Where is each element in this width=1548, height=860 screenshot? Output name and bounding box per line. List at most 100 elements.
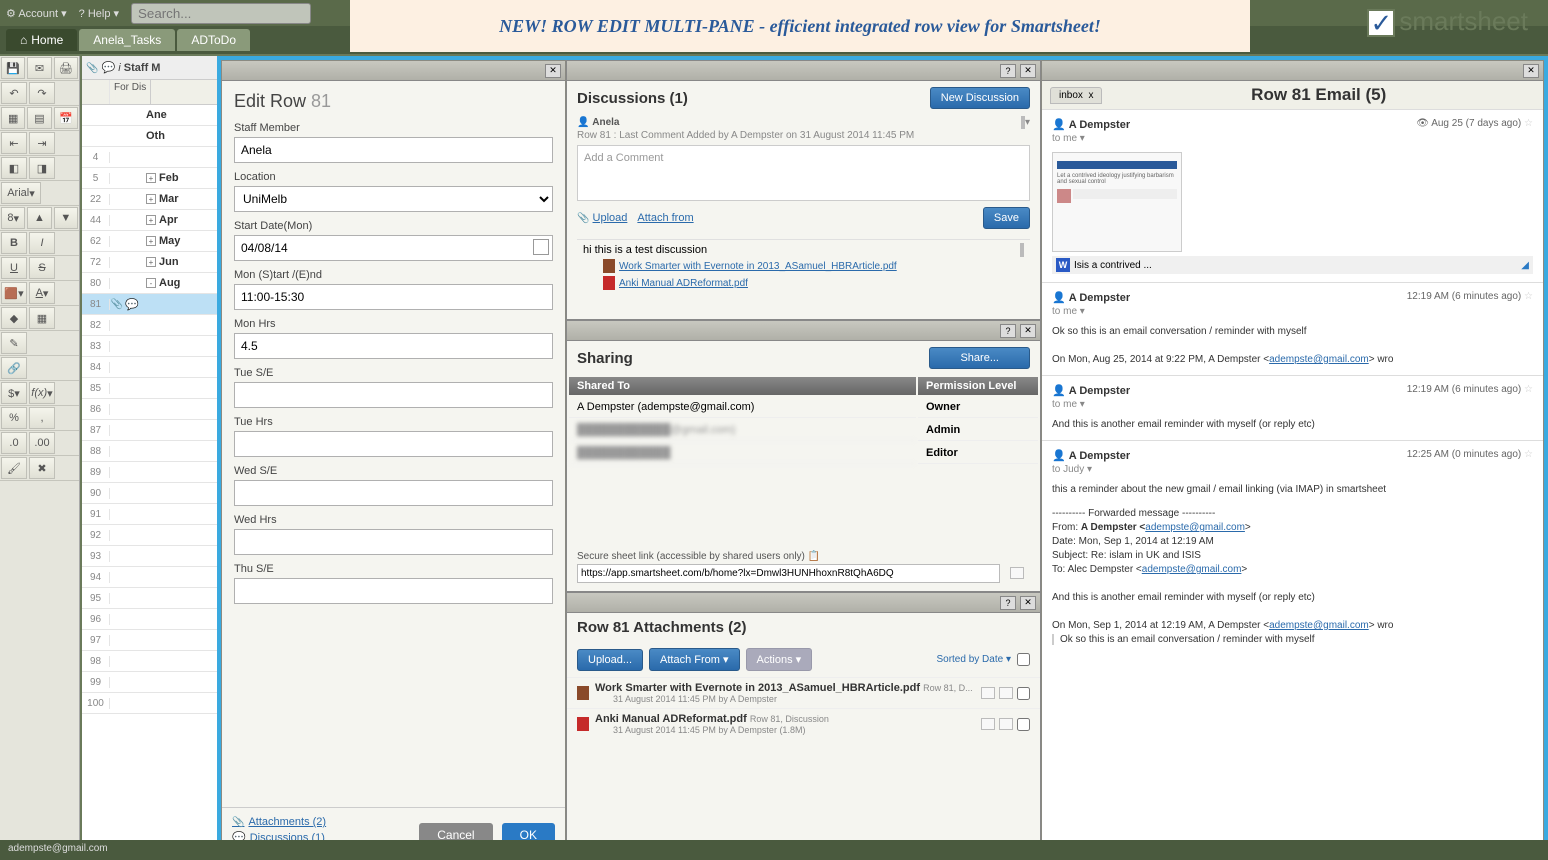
tb-print-icon[interactable]: 🖨 bbox=[54, 57, 78, 79]
upload-button[interactable]: Upload... bbox=[577, 649, 643, 671]
attach-from-link[interactable]: Attach from bbox=[637, 212, 693, 224]
table-row[interactable]: 90 bbox=[82, 483, 217, 504]
tb-strike-icon[interactable]: S bbox=[29, 257, 55, 279]
tb-grid-icon[interactable]: ▦ bbox=[1, 107, 25, 129]
share-link-input[interactable] bbox=[577, 564, 1000, 583]
tb-decinc-icon[interactable]: .00 bbox=[29, 432, 55, 454]
actions-button[interactable]: Actions ▾ bbox=[746, 648, 813, 671]
tb-dec-icon[interactable]: ▼ bbox=[54, 207, 78, 229]
tb-bold-icon[interactable]: B bbox=[1, 232, 27, 254]
tb-underline-icon[interactable]: U bbox=[1, 257, 27, 279]
tb-paint-icon[interactable]: 🖌 bbox=[1, 457, 27, 479]
tb-decdec-icon[interactable]: .0 bbox=[1, 432, 27, 454]
account-menu[interactable]: ⚙ Account ▾ bbox=[6, 7, 67, 20]
form-input[interactable] bbox=[234, 137, 553, 163]
star-icon[interactable]: ☆ bbox=[1524, 449, 1533, 460]
tb-format-icon[interactable]: ✎ bbox=[1, 332, 27, 354]
tb-link-icon[interactable]: 🔗 bbox=[1, 357, 27, 379]
mail-icon[interactable] bbox=[1010, 567, 1024, 579]
share-row[interactable]: ████████████@gmail.com)Admin bbox=[569, 420, 1038, 441]
table-row[interactable]: 62+May bbox=[82, 231, 217, 252]
sort-link[interactable]: Sorted by Date ▾ bbox=[936, 654, 1011, 665]
tb-fx-icon[interactable]: f(x)▾ bbox=[29, 382, 55, 404]
share-row[interactable]: A Dempster (adempste@gmail.com)Owner bbox=[569, 397, 1038, 418]
expand-toggle[interactable]: + bbox=[146, 236, 156, 246]
table-row[interactable]: 93 bbox=[82, 546, 217, 567]
table-row[interactable]: 84 bbox=[82, 357, 217, 378]
close-icon[interactable]: ✕ bbox=[545, 64, 561, 78]
table-row[interactable]: 91 bbox=[82, 504, 217, 525]
tb-italic-icon[interactable]: I bbox=[29, 232, 55, 254]
tb-indent-icon[interactable]: ⇥ bbox=[29, 132, 55, 154]
close-icon[interactable]: ✕ bbox=[1020, 324, 1036, 338]
tab-home[interactable]: ⌂Home bbox=[6, 29, 77, 51]
tb-undo-icon[interactable]: ↶ bbox=[1, 82, 27, 104]
form-input[interactable] bbox=[234, 284, 553, 310]
star-icon[interactable]: ☆ bbox=[1524, 384, 1533, 395]
form-input[interactable] bbox=[234, 333, 553, 359]
tb-redo-icon[interactable]: ↷ bbox=[29, 82, 55, 104]
expand-toggle[interactable]: - bbox=[146, 278, 156, 288]
share-row[interactable]: ████████████Editor bbox=[569, 443, 1038, 464]
attach-from-button[interactable]: Attach From ▾ bbox=[649, 648, 739, 671]
table-row[interactable]: Ane bbox=[82, 105, 217, 126]
tb-currency-icon[interactable]: $▾ bbox=[1, 382, 27, 404]
menu-icon[interactable] bbox=[999, 718, 1013, 730]
file-link[interactable]: Work Smarter with Evernote in 2013_ASamu… bbox=[603, 259, 1024, 273]
save-comment-button[interactable]: Save bbox=[983, 207, 1030, 229]
table-row[interactable]: 82 bbox=[82, 315, 217, 336]
fontsize-select[interactable]: 8▾ bbox=[1, 207, 25, 229]
form-input[interactable] bbox=[234, 480, 553, 506]
help-icon[interactable]: ? bbox=[1000, 324, 1016, 338]
table-row[interactable]: 88 bbox=[82, 441, 217, 462]
tb-color-icon[interactable]: A▾ bbox=[29, 282, 55, 304]
table-row[interactable]: 44+Apr bbox=[82, 210, 217, 231]
table-row[interactable]: 87 bbox=[82, 420, 217, 441]
table-row[interactable]: 83 bbox=[82, 336, 217, 357]
attachments-link[interactable]: Attachments (2) bbox=[232, 816, 326, 828]
form-input[interactable] bbox=[234, 578, 553, 604]
email-item[interactable]: 👤 A Dempster 12:19 AM (6 minutes ago) ☆t… bbox=[1042, 282, 1543, 375]
mail-icon[interactable] bbox=[981, 687, 995, 699]
table-row[interactable]: 96 bbox=[82, 609, 217, 630]
tb-cond-icon[interactable]: ▦ bbox=[29, 307, 55, 329]
tab-anela-tasks[interactable]: Anela_Tasks bbox=[79, 29, 175, 51]
expand-toggle[interactable]: + bbox=[146, 215, 156, 225]
table-row[interactable]: 72+Jun bbox=[82, 252, 217, 273]
table-row[interactable]: 86 bbox=[82, 399, 217, 420]
tb-comma-icon[interactable]: , bbox=[29, 407, 55, 429]
email-item[interactable]: 👤 A Dempster 👁 Aug 25 (7 days ago) ☆to m… bbox=[1042, 109, 1543, 282]
table-row[interactable]: 95 bbox=[82, 588, 217, 609]
close-icon[interactable]: ✕ bbox=[1523, 64, 1539, 78]
form-input[interactable] bbox=[234, 431, 553, 457]
tb-expand-icon[interactable]: ◨ bbox=[29, 157, 55, 179]
form-select[interactable]: UniMelb bbox=[234, 186, 553, 212]
form-input[interactable] bbox=[234, 529, 553, 555]
star-icon[interactable]: ☆ bbox=[1524, 118, 1533, 129]
menu-icon[interactable] bbox=[1022, 243, 1024, 257]
tb-inc-icon[interactable]: ▲ bbox=[27, 207, 51, 229]
tb-collapse-icon[interactable]: ◧ bbox=[1, 157, 27, 179]
attachment-item[interactable]: Work Smarter with Evernote in 2013_ASamu… bbox=[567, 677, 1040, 708]
tb-percent-icon[interactable]: % bbox=[1, 407, 27, 429]
table-row[interactable]: 80-Aug bbox=[82, 273, 217, 294]
menu-icon[interactable] bbox=[999, 687, 1013, 699]
table-row[interactable]: 85 bbox=[82, 378, 217, 399]
mail-icon[interactable] bbox=[981, 718, 995, 730]
share-button[interactable]: Share... bbox=[929, 347, 1030, 369]
table-row[interactable]: Oth bbox=[82, 126, 217, 147]
col-staff[interactable]: Staff M bbox=[124, 62, 161, 74]
tb-outdent-icon[interactable]: ⇤ bbox=[1, 132, 27, 154]
table-row[interactable]: 4 bbox=[82, 147, 217, 168]
table-row[interactable]: 81💬 bbox=[82, 294, 217, 315]
form-input[interactable] bbox=[234, 382, 553, 408]
item-checkbox[interactable] bbox=[1017, 718, 1030, 731]
table-row[interactable]: 98 bbox=[82, 651, 217, 672]
select-all-checkbox[interactable] bbox=[1017, 653, 1030, 666]
file-link[interactable]: Anki Manual ADReformat.pdf bbox=[603, 276, 1024, 290]
table-row[interactable]: 5+Feb bbox=[82, 168, 217, 189]
email-preview[interactable]: Let a contrived ideology justifying barb… bbox=[1052, 152, 1182, 252]
close-icon[interactable]: ✕ bbox=[1020, 64, 1036, 78]
tb-clear-icon[interactable]: ✖ bbox=[29, 457, 55, 479]
tab-adtodo[interactable]: ADToDo bbox=[177, 29, 250, 51]
